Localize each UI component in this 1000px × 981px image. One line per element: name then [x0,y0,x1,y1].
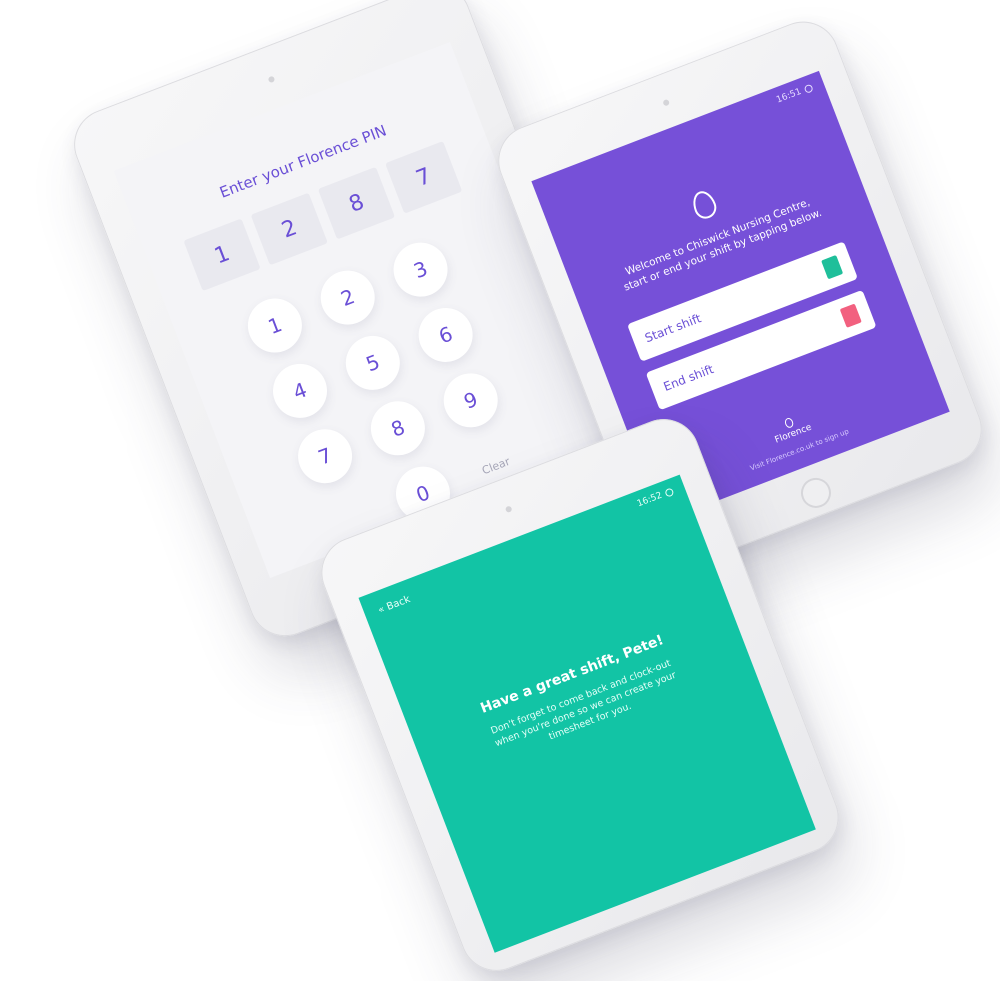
back-button[interactable]: « Back [377,594,412,616]
double-chevron-left-icon: « [376,603,387,617]
key-3[interactable]: 3 [385,234,456,305]
key-2[interactable]: 2 [312,262,383,333]
key-4[interactable]: 4 [265,355,335,426]
camera-dot [504,505,513,514]
goodbye-screen: « Back 16:52 Have a great shift, Pete! D… [358,474,816,953]
key-6[interactable]: 6 [410,300,481,370]
status-time: 16:51 [775,86,803,106]
clock-icon [664,487,675,498]
key-8[interactable]: 8 [363,393,433,464]
status-time: 16:52 [635,490,664,510]
pin-digit-box: 2 [250,192,328,266]
exit-door-icon [839,303,862,328]
key-1[interactable]: 1 [240,290,310,361]
key-5[interactable]: 5 [337,328,408,398]
pin-digit-box: 8 [317,166,396,240]
pin-digit-box: 1 [183,218,261,292]
feather-logo-icon [689,187,720,222]
key-7[interactable]: 7 [290,421,360,492]
end-shift-label: End shift [661,361,716,394]
camera-dot [267,75,276,84]
pin-digit-box: 7 [385,141,463,214]
status-bar: 16:52 [636,486,675,509]
home-button[interactable] [796,473,836,513]
feather-mark-icon [783,416,795,430]
status-bar: 16:51 [775,83,814,106]
enter-door-icon [821,254,844,280]
camera-dot [662,98,671,107]
start-shift-label: Start shift [642,311,704,346]
key-9[interactable]: 9 [435,365,506,436]
clock-icon [803,83,814,94]
back-label: Back [385,593,412,613]
